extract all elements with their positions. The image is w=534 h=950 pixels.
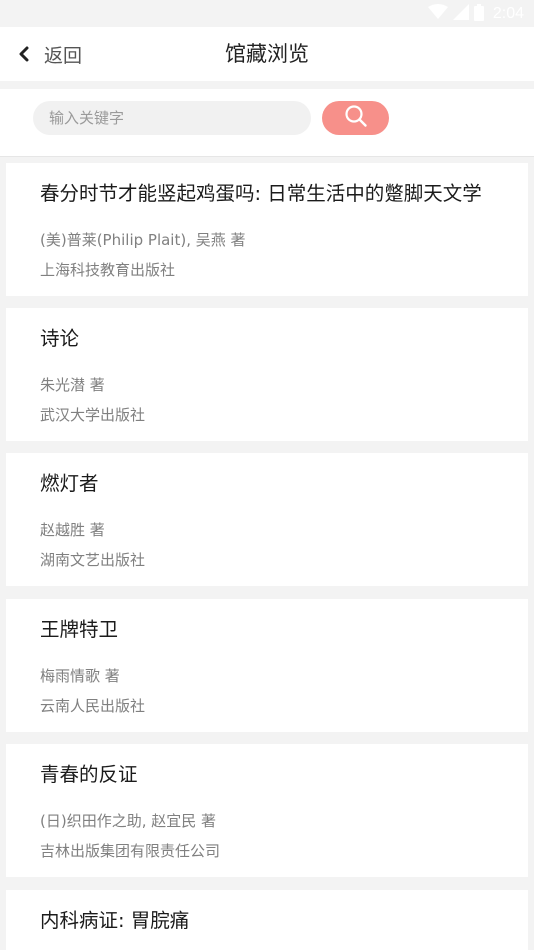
book-publisher: 上海科技教育出版社 [40,261,176,279]
cell-signal-icon [452,4,469,24]
search-icon [344,104,368,132]
back-button[interactable]: 返回 [18,27,82,81]
status-time: 2:04 [492,5,524,22]
book-publisher: 云南人民出版社 [40,697,146,715]
book-publisher: 湖南文艺出版社 [40,551,146,569]
book-card[interactable]: 春分时节才能竖起鸡蛋吗: 日常生活中的蹩脚天文学 (美)普莱(Philip Pl… [6,163,528,296]
status-bar: 2:04 [0,0,534,27]
book-title: 诗论 [40,327,80,350]
book-title: 燃灯者 [40,472,99,495]
book-author: 梅雨情歌 著 [40,667,120,685]
book-title: 青春的反证 [40,763,138,786]
book-title: 王牌特卫 [40,618,119,641]
book-card[interactable]: 青春的反证 (日)织田作之助, 赵宜民 著 吉林出版集团有限责任公司 [6,744,528,877]
book-card[interactable]: 内科病证: 胃脘痛 [6,890,528,950]
search-bar [0,89,534,157]
search-button[interactable] [322,101,389,135]
book-card[interactable]: 燃灯者 赵越胜 著 湖南文艺出版社 [6,453,528,586]
back-label: 返回 [44,44,83,67]
book-publisher: 武汉大学出版社 [40,406,146,424]
wifi-icon [427,4,448,24]
book-author: (日)织田作之助, 赵宜民 著 [40,812,217,830]
book-title: 春分时节才能竖起鸡蛋吗: 日常生活中的蹩脚天文学 [40,182,482,205]
book-card[interactable]: 王牌特卫 梅雨情歌 著 云南人民出版社 [6,599,528,732]
chevron-left-icon [18,46,30,62]
nav-bar: 返回 馆藏浏览 [0,27,534,81]
book-title: 内科病证: 胃脘痛 [40,909,190,932]
book-card[interactable]: 诗论 朱光潜 著 武汉大学出版社 [6,308,528,441]
book-author: (美)普莱(Philip Plait), 吴燕 著 [40,231,246,249]
search-input[interactable] [33,101,311,135]
book-author: 赵越胜 著 [40,521,105,539]
status-icons: 2:04 [427,3,524,25]
book-author: 朱光潜 著 [40,376,105,394]
battery-icon [473,3,484,25]
book-publisher: 吉林出版集团有限责任公司 [40,842,221,860]
